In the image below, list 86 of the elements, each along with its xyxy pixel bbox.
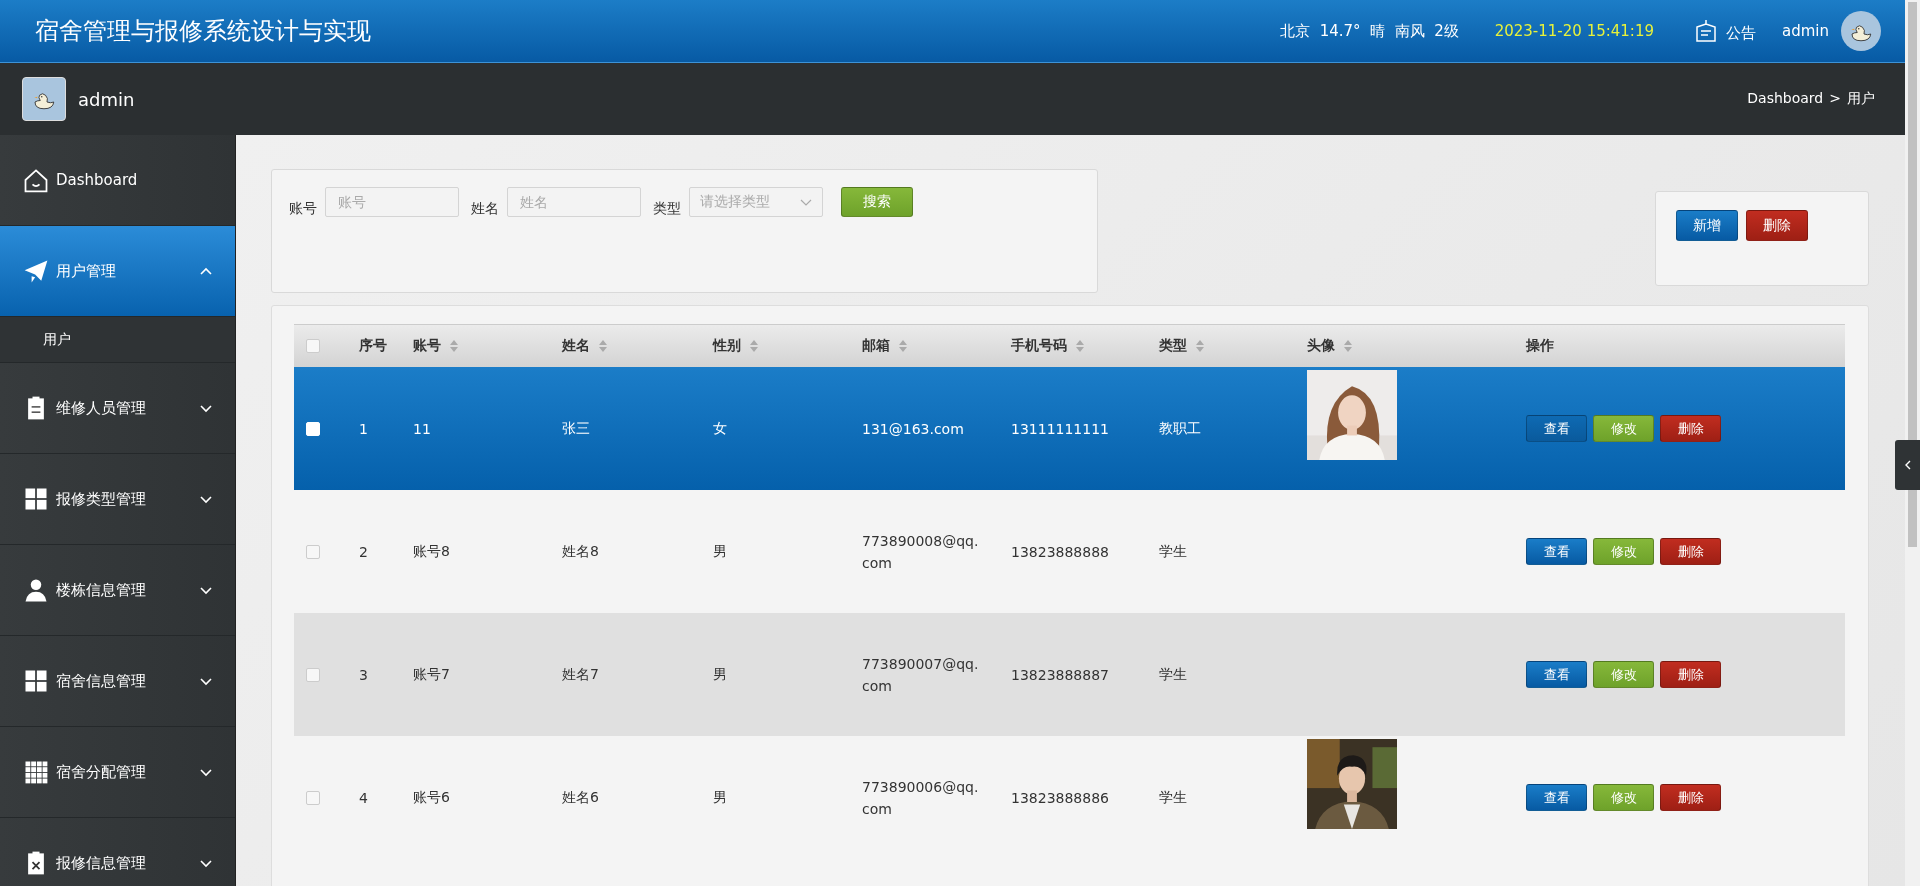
delete-button[interactable]: 删除: [1660, 538, 1721, 565]
table-cell: 男: [713, 665, 727, 684]
column-header[interactable]: 类型: [1154, 325, 1302, 367]
menu-item[interactable]: 楼栋信息管理: [0, 545, 235, 636]
table-cell: 账号8: [413, 542, 450, 561]
table-cell: 姓名8: [562, 542, 599, 561]
table-cell: 张三: [562, 419, 590, 438]
table-cell: 13823888887: [1011, 666, 1109, 683]
table-cell: 男: [713, 542, 727, 561]
menu-item[interactable]: 用户管理: [0, 226, 235, 317]
view-button[interactable]: 查看: [1526, 415, 1587, 442]
panel-toggle[interactable]: [1895, 440, 1920, 490]
sort-icon: [598, 339, 608, 353]
table-cell: 女: [713, 419, 727, 438]
column-header[interactable]: 头像: [1302, 325, 1521, 367]
table-row[interactable]: 1 11 张三 女 131@163.com 13111111111 教职工 查看 修改 删除: [294, 367, 1845, 490]
table-cell: 姓名7: [562, 665, 599, 684]
table-cell-text: 773890007@qq.com: [862, 654, 980, 696]
app-title: 宿舍管理与报修系统设计与实现: [35, 16, 371, 47]
sort-icon: [449, 339, 459, 353]
add-button[interactable]: 新增: [1676, 210, 1738, 241]
table-cell: 教职工: [1159, 419, 1201, 438]
sort-icon: [1343, 339, 1353, 353]
delete-button[interactable]: 删除: [1660, 784, 1721, 811]
table-cell: 学生: [1159, 788, 1187, 807]
column-header: 序号: [358, 336, 388, 355]
table-cell-text: 773890008@qq.com: [862, 531, 980, 573]
input-field[interactable]: 账号: [325, 187, 459, 217]
table-row[interactable]: 3 账号7 姓名7 男 773890007@qq.com 13823888887 学生 查看 修改 删除: [294, 613, 1845, 736]
column-header[interactable]: 邮箱: [857, 325, 1006, 367]
delete-button[interactable]: 删除: [1660, 661, 1721, 688]
table-cell: 13823888886: [1011, 789, 1109, 806]
input-field[interactable]: 姓名: [507, 187, 641, 217]
breadcrumb-link[interactable]: Dashboard: [1747, 90, 1824, 108]
breadcrumb-current: 用户: [1847, 90, 1875, 108]
menu-item[interactable]: 维修人员管理: [0, 363, 235, 454]
delete-button[interactable]: 删除: [1746, 210, 1808, 241]
sort-icon: [749, 339, 759, 353]
table-cell: 学生: [1159, 542, 1187, 561]
breadcrumb-separator: >: [1829, 90, 1841, 108]
table-cell: 13111111111: [1011, 420, 1109, 437]
table-cell: 男: [713, 788, 727, 807]
view-button[interactable]: 查看: [1526, 538, 1587, 565]
column-header[interactable]: 账号: [408, 325, 557, 367]
table-cell: 账号7: [413, 665, 450, 684]
column-header[interactable]: 姓名: [557, 325, 708, 367]
menu-item[interactable]: 报修类型管理: [0, 454, 235, 545]
submenu-item[interactable]: 用户: [0, 317, 235, 363]
date-time: 2023-11-20 15:41:19: [1494, 22, 1654, 40]
sort-icon: [1075, 339, 1085, 353]
view-button[interactable]: 查看: [1526, 661, 1587, 688]
view-button[interactable]: 查看: [1526, 784, 1587, 811]
sort-icon: [1195, 339, 1205, 353]
field-label: 姓名: [471, 200, 499, 218]
scrollbar-thumb[interactable]: [1908, 2, 1917, 547]
delete-button[interactable]: 删除: [1660, 415, 1721, 442]
select-all-checkbox[interactable]: [306, 339, 320, 353]
menu-item[interactable]: 宿舍分配管理: [0, 727, 235, 818]
table-cell: 学生: [1159, 665, 1187, 684]
signboard-icon: [1694, 19, 1718, 43]
table-cell: 3: [359, 666, 368, 683]
sort-icon: [898, 339, 908, 353]
row-checkbox[interactable]: [306, 790, 320, 805]
table-cell: 姓名6: [562, 788, 599, 807]
table-cell: 11: [413, 420, 431, 437]
table-cell-text: 773890006@qq.com: [862, 777, 980, 819]
table-cell-text: 131@163.com: [862, 419, 964, 439]
row-checkbox[interactable]: [306, 667, 320, 682]
menu-item[interactable]: 宿舍信息管理: [0, 636, 235, 727]
field-label: 账号: [289, 200, 317, 218]
user-avatar[interactable]: [1841, 11, 1881, 51]
field-label: 类型: [653, 200, 681, 218]
user-name[interactable]: admin: [1782, 22, 1829, 40]
table-cell: 1: [359, 420, 368, 437]
table-cell: 4: [359, 789, 368, 806]
row-checkbox[interactable]: [306, 544, 320, 559]
table-cell: 2: [359, 543, 368, 560]
table-cell: 账号6: [413, 788, 450, 807]
weather-info: 北京 14.7° 晴 南风 2级: [1280, 21, 1459, 41]
notice-button[interactable]: 公告: [1694, 19, 1756, 43]
column-header[interactable]: 性别: [708, 325, 857, 367]
column-header: 操作: [1525, 336, 1555, 355]
table-cell: 13823888888: [1011, 543, 1109, 560]
profile-name: admin: [78, 88, 135, 110]
column-header[interactable]: 手机号码: [1006, 325, 1154, 367]
menu-item[interactable]: Dashboard: [0, 135, 235, 226]
